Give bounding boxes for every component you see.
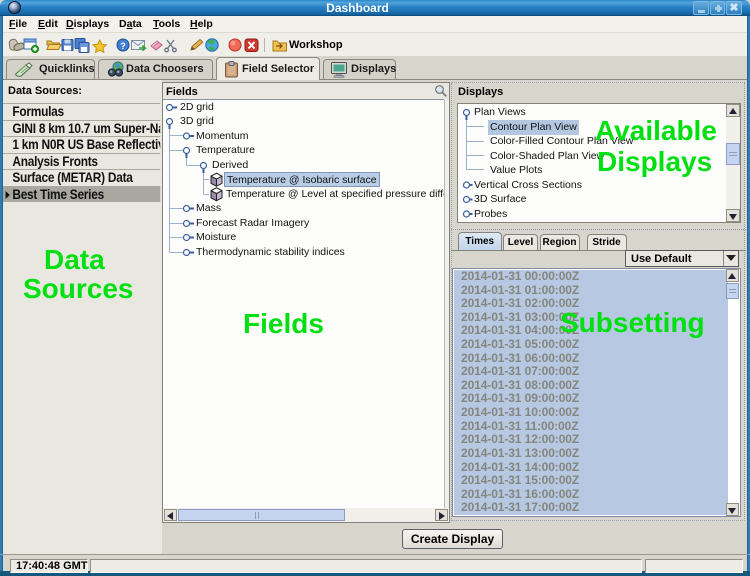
svg-text:?: ? bbox=[120, 41, 126, 51]
